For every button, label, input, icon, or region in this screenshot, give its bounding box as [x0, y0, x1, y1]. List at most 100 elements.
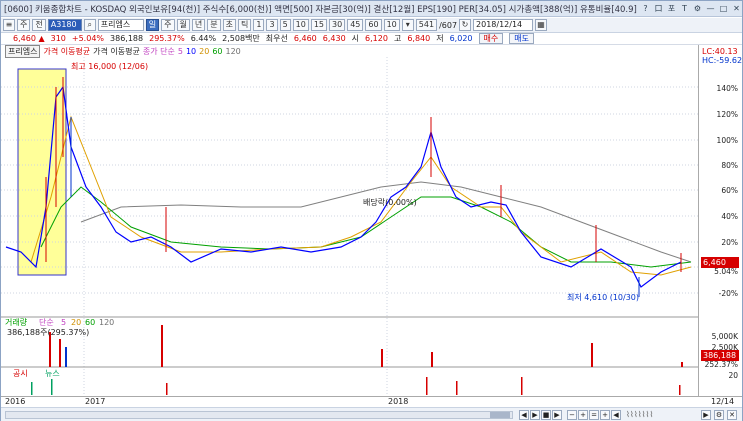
period-month-button[interactable]: 월 [176, 19, 190, 31]
play-icon[interactable]: ▶ [530, 410, 540, 420]
period-year-button[interactable]: 년 [191, 19, 206, 31]
low-annotation: 최저 4,610 (10/30) [567, 292, 639, 302]
period-minute-button[interactable]: 분 [207, 19, 221, 31]
date-input[interactable]: 2018/12/14 [473, 19, 534, 31]
ma20-label: 20 [199, 47, 210, 56]
maximize-icon[interactable]: □ [718, 3, 729, 14]
menu-icon[interactable]: ≡ [3, 19, 15, 31]
scroll-bar-area: ◀ ▶ ■ ▶ − + = + ◀ ⌇⌇⌇⌇⌇⌇⌇ ▶ ⚙ ✕ [1, 407, 742, 421]
high-annotation: 최고 16,000 (12/06) [71, 61, 148, 71]
draw-tools-icon[interactable]: ⌇⌇⌇⌇⌇⌇⌇ [626, 410, 653, 419]
sell-button[interactable]: 매도 [509, 33, 534, 44]
chart-window: [0600] 키움종합차트 - KOSDAQ 외국인보유[94(천)] 주식수[… [0, 0, 743, 421]
period-week-button[interactable]: 주 [161, 19, 175, 31]
price-chart[interactable]: 최고 16,000 (12/06) 배당락(0.00%) 최저 4,610 (1… [1, 57, 698, 395]
best-quote-label: 최우선 [265, 34, 288, 43]
period-tick-button[interactable]: 틱 [238, 19, 252, 31]
chart-toolbar: ≡ 주 전 A3180 ⌕ 프리엠스 일 주 월 년 분 초 틱 1 3 5 1… [1, 18, 742, 33]
ma-legend-title[interactable]: 가격 이동평균 [43, 46, 90, 57]
interval-button[interactable]: 45 [347, 19, 364, 31]
volume-bars [49, 325, 683, 367]
volume-value: 386,188주(295.37%) [7, 328, 89, 337]
range-input[interactable]: 541 [415, 19, 438, 31]
high-price: 6,840 [407, 34, 431, 43]
mode-all-button[interactable]: 전 [32, 19, 46, 31]
ma10-label: 10 [185, 47, 197, 56]
volume-ma60: 60 [85, 318, 95, 327]
volume-ma20: 20 [71, 318, 81, 327]
high-label: 고 [393, 34, 402, 43]
y-tick: -20% [718, 289, 738, 298]
price-change-pct: +5.04% [71, 34, 105, 43]
trade-amount: 2,508백만 [222, 34, 260, 43]
mid-annotation: 배당락(0.00%) [363, 197, 417, 207]
ma-type: 종가 단순 [142, 47, 175, 56]
volume-legend-title[interactable]: 거래량 [5, 317, 28, 327]
y-tick: 120% [716, 110, 738, 119]
close-icon[interactable]: ✕ [731, 3, 742, 14]
link-icon[interactable]: 口 [653, 3, 664, 14]
next-icon[interactable]: ▶ [552, 410, 562, 420]
chevron-down-icon[interactable]: ▾ [401, 19, 414, 31]
open-price: 6,120 [365, 34, 388, 43]
period-second-button[interactable]: 초 [222, 19, 236, 31]
interval-button[interactable]: 60 [365, 19, 382, 31]
equal-icon[interactable]: = [589, 410, 599, 420]
close-small-icon[interactable]: ✕ [727, 410, 737, 420]
count-input[interactable]: 10 [383, 19, 400, 31]
font-icon[interactable]: T [679, 3, 690, 14]
quote-bar: 6,460 ▲ 310 +5.04% 386,188 295.37% 6.44%… [1, 33, 742, 45]
settings-icon[interactable]: ⚙ [692, 3, 703, 14]
stock-name-field: 프리엠스 [97, 19, 144, 31]
help-icon[interactable]: ? [640, 3, 651, 14]
volume-ma5: 5 [61, 318, 66, 327]
interval-button[interactable]: 1 [253, 19, 265, 31]
x-label: 12/14 [711, 397, 735, 406]
buy-button[interactable]: 매수 [478, 33, 504, 44]
volume-pct: 295.37% [149, 34, 185, 43]
stop-icon[interactable]: ■ [541, 410, 551, 420]
title-bar: [0600] 키움종합차트 - KOSDAQ 외국인보유[94(천)] 주식수[… [1, 1, 742, 17]
search-icon[interactable]: ⌕ [83, 19, 96, 31]
open-label: 시 [351, 34, 360, 43]
settings-small-icon[interactable]: ⚙ [714, 410, 724, 420]
mode-main-button[interactable]: 주 [17, 19, 31, 31]
horizontal-scrollbar[interactable] [5, 411, 513, 419]
scroll-thumb[interactable] [490, 412, 510, 418]
hc-value: HC:-59.62 [702, 56, 743, 65]
left-icon[interactable]: ◀ [611, 410, 621, 420]
ma-legend-title2[interactable]: 가격 이동평균 [93, 46, 140, 57]
zoom-in-icon[interactable]: + [578, 410, 588, 420]
right-icon[interactable]: ▶ [701, 410, 711, 420]
interval-button[interactable]: 5 [279, 19, 291, 31]
pin-icon[interactable]: 포 [666, 3, 677, 14]
period-day-button[interactable]: 일 [145, 19, 160, 31]
refresh-icon[interactable]: ↻ [459, 19, 472, 31]
prev-icon[interactable]: ◀ [519, 410, 529, 420]
low-label: 저 [436, 34, 444, 43]
calendar-icon[interactable]: ▦ [535, 19, 548, 31]
ma5-label: 5 [177, 47, 183, 56]
stock-code-input[interactable]: A3180 [47, 19, 82, 31]
minimize-icon[interactable]: — [705, 3, 716, 14]
y-tick: 60% [721, 186, 738, 195]
bid-price: 6,460 [293, 34, 317, 43]
y-tick: 100% [716, 136, 738, 145]
volume-ma-type: 단순 [39, 317, 54, 327]
ask-price: 6,430 [322, 34, 346, 43]
news-label[interactable]: 뉴스 [45, 369, 60, 378]
notice-label[interactable]: 공시 [13, 369, 28, 378]
interval-button[interactable]: 15 [310, 19, 328, 31]
candles [45, 77, 682, 297]
grid [1, 57, 698, 395]
add-icon[interactable]: + [600, 410, 610, 420]
price-legend: 프리엠스 가격 이동평균 가격 이동평균 종가 단순 5 10 20 60 12… [5, 45, 241, 58]
y-tick: 40% [721, 212, 738, 221]
range-total: /607 [439, 20, 458, 30]
zoom-out-icon[interactable]: − [567, 410, 577, 420]
interval-button[interactable]: 30 [329, 19, 346, 31]
volume-value: 386,188 [110, 34, 144, 43]
notice-tick: 20 [728, 371, 738, 380]
interval-button[interactable]: 10 [292, 19, 309, 31]
interval-button[interactable]: 3 [266, 19, 278, 31]
